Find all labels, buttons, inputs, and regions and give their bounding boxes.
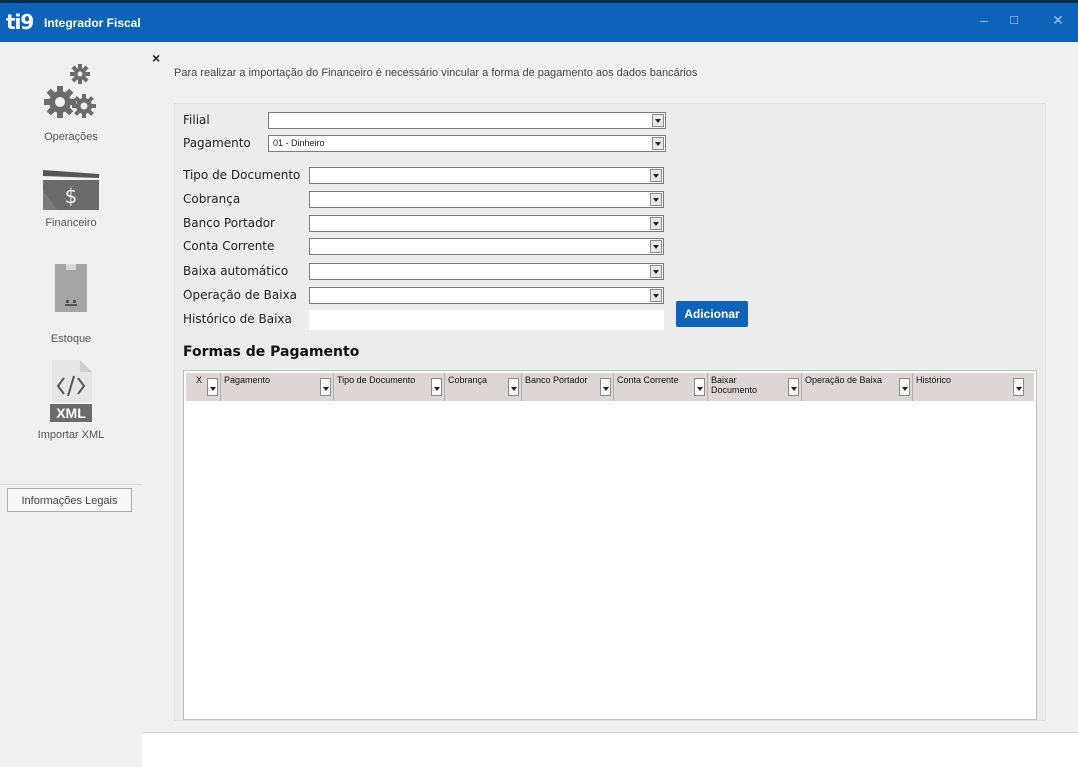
- column-label: Operação de Baixa: [805, 375, 883, 385]
- column-label: Tipo de Documento: [337, 375, 416, 385]
- money-icon: $: [43, 170, 99, 210]
- column-label: X: [196, 375, 203, 385]
- historico-baixa-label: Histórico de Baixa: [183, 312, 292, 326]
- title-bar: ti9 Integrador Fiscal – ☐ ✕: [0, 0, 1078, 42]
- svg-text:$: $: [65, 184, 78, 208]
- minimize-button[interactable]: –: [973, 12, 995, 28]
- pagamento-value: 01 - Dinheiro: [273, 138, 325, 148]
- conta-corrente-select[interactable]: [309, 238, 664, 255]
- column-header-conta-corrente[interactable]: Conta Corrente: [613, 373, 707, 401]
- column-header-operacao-baixa[interactable]: Operação de Baixa: [801, 373, 912, 401]
- chevron-down-icon: [650, 169, 662, 182]
- info-message: Para realizar a importação do Financeiro…: [174, 67, 698, 79]
- column-label: Baixar Documento: [711, 375, 758, 395]
- payment-grid[interactable]: X Pagamento Tipo de Documento Cobrança B…: [183, 370, 1037, 720]
- app-logo: ti9: [6, 10, 34, 34]
- close-window-button[interactable]: ✕: [1047, 12, 1069, 29]
- sidebar-item-label: Estoque: [50, 333, 92, 345]
- column-label: Conta Corrente: [617, 375, 679, 385]
- chevron-down-icon: [788, 378, 799, 396]
- historico-baixa-value: [309, 314, 313, 326]
- column-header-banco-portador[interactable]: Banco Portador: [521, 373, 613, 401]
- chevron-down-icon: [320, 378, 331, 396]
- tipo-documento-select[interactable]: [309, 167, 664, 184]
- chevron-down-icon: [650, 217, 662, 230]
- sidebar-item-financeiro[interactable]: $ Financeiro: [0, 166, 142, 229]
- gears-icon: [44, 64, 96, 118]
- baixa-automatico-label: Baixa automático: [183, 264, 289, 278]
- sidebar-divider: [0, 484, 142, 485]
- column-header-tipo-documento[interactable]: Tipo de Documento: [333, 373, 444, 401]
- column-header-x[interactable]: X: [186, 373, 220, 401]
- column-label: Histórico: [916, 375, 952, 385]
- formas-pagamento-title: Formas de Pagamento: [183, 344, 360, 360]
- banco-portador-label: Banco Portador: [183, 216, 275, 230]
- column-header-historico[interactable]: Histórico: [912, 373, 1026, 401]
- chevron-down-icon: [650, 265, 662, 278]
- column-label: Cobrança: [448, 375, 488, 385]
- filial-select[interactable]: [268, 112, 666, 129]
- grid-header: X Pagamento Tipo de Documento Cobrança B…: [186, 373, 1034, 401]
- chevron-down-icon: [650, 289, 662, 302]
- chevron-down-icon: [1013, 378, 1024, 396]
- pagamento-select[interactable]: 01 - Dinheiro: [268, 135, 666, 152]
- sidebar-item-label: Financeiro: [45, 217, 97, 229]
- filial-label: Filial: [183, 113, 210, 127]
- maximize-button[interactable]: ☐: [1003, 14, 1025, 27]
- chevron-down-icon: [600, 378, 611, 396]
- chevron-down-icon: [650, 193, 662, 206]
- column-header-cobranca[interactable]: Cobrança: [444, 373, 521, 401]
- column-label: Banco Portador: [525, 375, 588, 385]
- sidebar-item-label: Operações: [44, 131, 98, 143]
- xml-badge: XML: [56, 405, 86, 421]
- chevron-down-icon: [431, 378, 442, 396]
- chevron-down-icon: [899, 378, 910, 396]
- tipo-documento-label: Tipo de Documento: [183, 168, 301, 182]
- cobranca-label: Cobrança: [183, 192, 241, 206]
- banco-portador-select[interactable]: [309, 215, 664, 232]
- app-title: Integrador Fiscal: [44, 16, 141, 30]
- box-icon: [55, 264, 87, 312]
- pagamento-label: Pagamento: [183, 136, 251, 150]
- historico-baixa-input[interactable]: [309, 310, 664, 330]
- conta-corrente-label: Conta Corrente: [183, 239, 275, 253]
- sidebar-item-operacoes[interactable]: Operações: [0, 60, 142, 143]
- sidebar-item-estoque[interactable]: Estoque: [0, 262, 142, 345]
- informacoes-legais-button[interactable]: Informações Legais: [7, 488, 132, 512]
- chevron-down-icon: [652, 137, 664, 150]
- baixa-automatico-select[interactable]: [309, 263, 664, 280]
- column-label: Pagamento: [224, 375, 271, 385]
- sidebar-item-label: Importar XML: [37, 429, 105, 441]
- cobranca-select[interactable]: [309, 191, 664, 208]
- close-icon[interactable]: ×: [152, 50, 160, 66]
- sidebar: Operações $ Financeiro Estoque XML Impor…: [0, 42, 142, 766]
- chevron-down-icon: [207, 378, 218, 396]
- column-header-pagamento[interactable]: Pagamento: [220, 373, 333, 401]
- column-header-baixar-documento[interactable]: Baixar Documento: [707, 373, 801, 401]
- status-strip: [142, 732, 1078, 767]
- operacao-baixa-label: Operação de Baixa: [183, 288, 298, 302]
- chevron-down-icon: [650, 240, 662, 253]
- chevron-down-icon: [694, 378, 705, 396]
- chevron-down-icon: [652, 114, 664, 127]
- sidebar-item-importar-xml[interactable]: XML Importar XML: [0, 358, 142, 441]
- operacao-baixa-select[interactable]: [309, 287, 664, 304]
- adicionar-button[interactable]: Adicionar: [676, 301, 748, 327]
- chevron-down-icon: [508, 378, 519, 396]
